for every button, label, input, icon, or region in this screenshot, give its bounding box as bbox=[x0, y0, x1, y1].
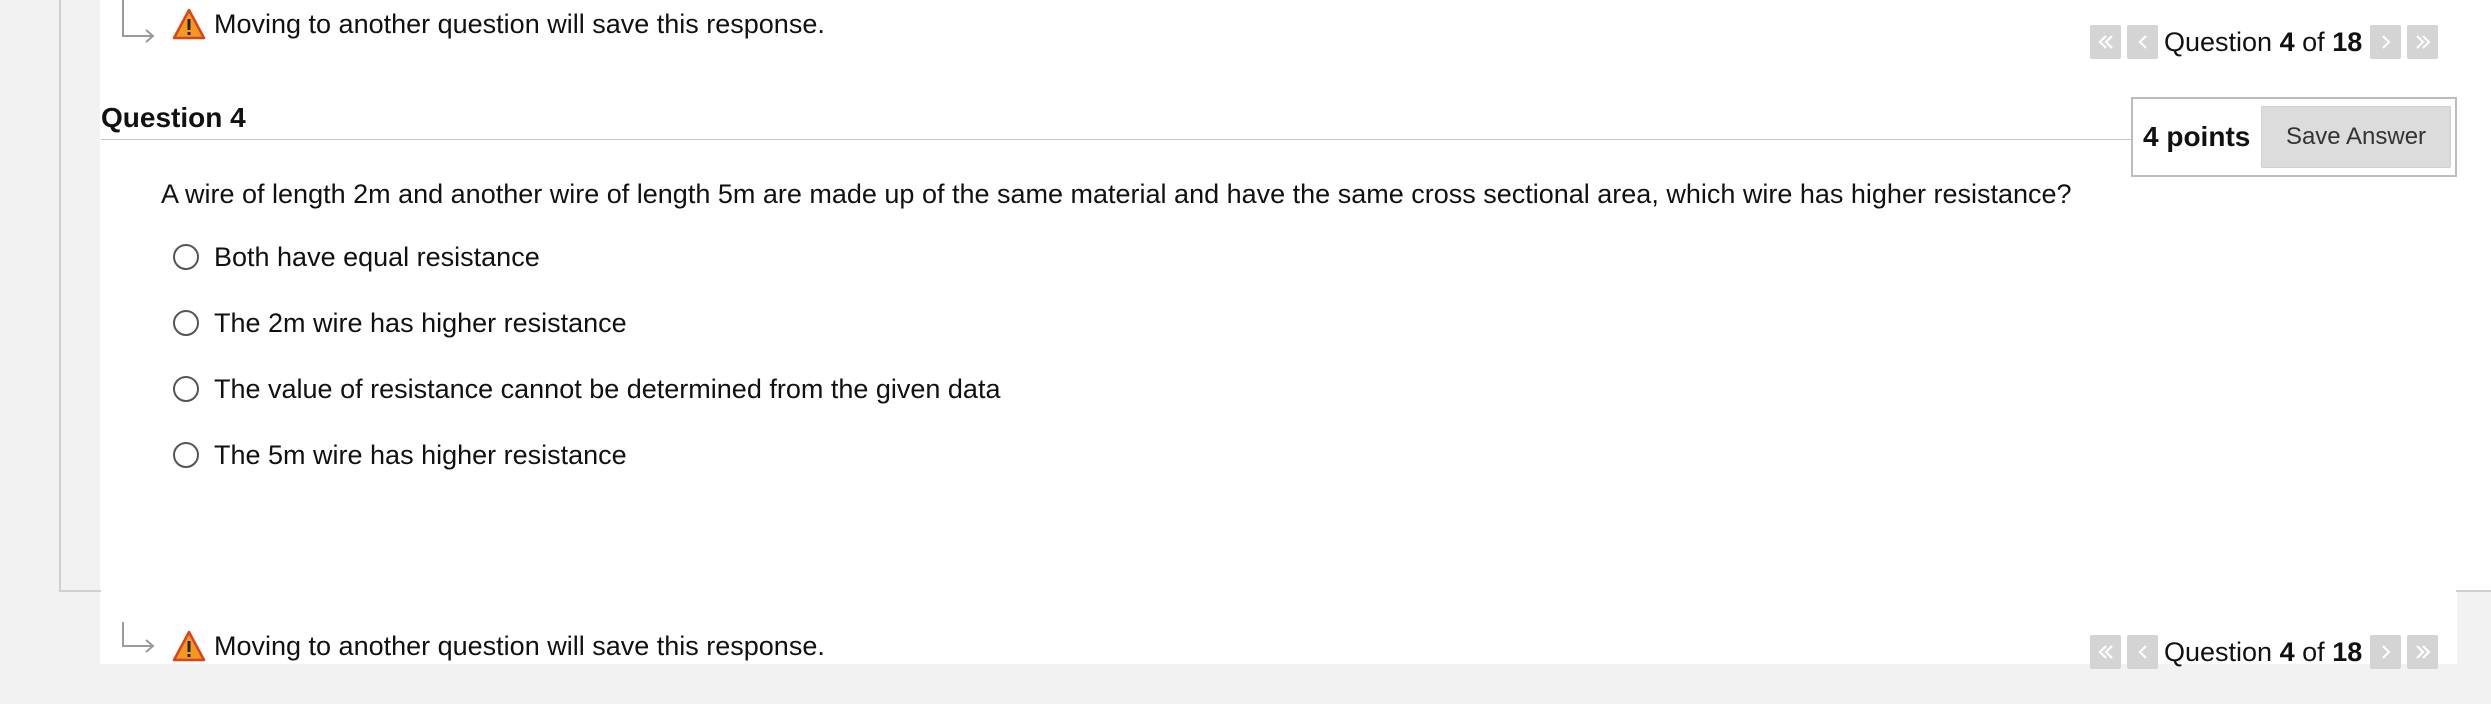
double-chevron-left-icon bbox=[2097, 645, 2113, 659]
answer-option-label: The 2m wire has higher resistance bbox=[214, 307, 627, 338]
answer-option[interactable]: The 5m wire has higher resistance bbox=[173, 435, 627, 475]
question-title: Question 4 bbox=[101, 102, 246, 133]
answer-option-label: Both have equal resistance bbox=[214, 241, 540, 272]
elbow-arrow-icon bbox=[122, 622, 155, 653]
question-pager-top: Question 4 of 18 bbox=[2090, 22, 2444, 62]
save-notice-text: Moving to another question will save thi… bbox=[214, 630, 825, 661]
save-notice-text: Moving to another question will save thi… bbox=[214, 8, 825, 39]
elbow-arrow-icon bbox=[122, 0, 155, 43]
question-position: Question 4 of 18 bbox=[2164, 26, 2363, 57]
chevron-right-icon bbox=[2381, 35, 2391, 49]
first-question-button[interactable] bbox=[2090, 635, 2121, 669]
answer-option-label: The 5m wire has higher resistance bbox=[214, 439, 627, 470]
last-question-button[interactable] bbox=[2407, 635, 2439, 669]
answer-option[interactable]: The value of resistance cannot be determ… bbox=[173, 369, 1000, 409]
answer-option[interactable]: The 2m wire has higher resistance bbox=[173, 303, 627, 343]
radio-button[interactable] bbox=[173, 244, 199, 270]
warning-icon bbox=[172, 8, 206, 40]
last-question-button[interactable] bbox=[2407, 25, 2439, 59]
radio-button[interactable] bbox=[173, 310, 199, 336]
previous-question-button[interactable] bbox=[2127, 25, 2158, 59]
double-chevron-right-icon bbox=[2415, 35, 2431, 49]
question-text: A wire of length 2m and another wire of … bbox=[161, 179, 2072, 209]
question-divider bbox=[101, 139, 2133, 140]
chevron-right-icon bbox=[2381, 645, 2391, 659]
answer-option-label: The value of resistance cannot be determ… bbox=[214, 373, 1001, 404]
double-chevron-left-icon bbox=[2097, 35, 2113, 49]
question-position: Question 4 of 18 bbox=[2164, 636, 2363, 667]
bottom-border bbox=[59, 590, 101, 592]
question-pager-bottom: Question 4 of 18 bbox=[2090, 632, 2444, 672]
warning-icon bbox=[172, 630, 206, 662]
chevron-left-icon bbox=[2137, 35, 2147, 49]
chevron-left-icon bbox=[2137, 645, 2147, 659]
double-chevron-right-icon bbox=[2415, 645, 2431, 659]
points-box: 4 points Save Answer bbox=[2131, 97, 2457, 177]
save-answer-button[interactable]: Save Answer bbox=[2261, 106, 2451, 168]
previous-question-button[interactable] bbox=[2127, 635, 2158, 669]
save-notice-top: Moving to another question will save thi… bbox=[120, 0, 825, 48]
points-label: 4 points bbox=[2143, 121, 2251, 152]
radio-button[interactable] bbox=[173, 442, 199, 468]
next-question-button[interactable] bbox=[2370, 635, 2402, 669]
answer-option[interactable]: Both have equal resistance bbox=[173, 237, 540, 277]
next-question-button[interactable] bbox=[2370, 25, 2402, 59]
first-question-button[interactable] bbox=[2090, 25, 2121, 59]
radio-button[interactable] bbox=[173, 376, 199, 402]
bottom-border-right bbox=[2456, 590, 2491, 592]
right-gutter bbox=[2456, 0, 2491, 592]
save-notice-bottom: Moving to another question will save thi… bbox=[120, 622, 825, 670]
left-border bbox=[59, 0, 61, 592]
